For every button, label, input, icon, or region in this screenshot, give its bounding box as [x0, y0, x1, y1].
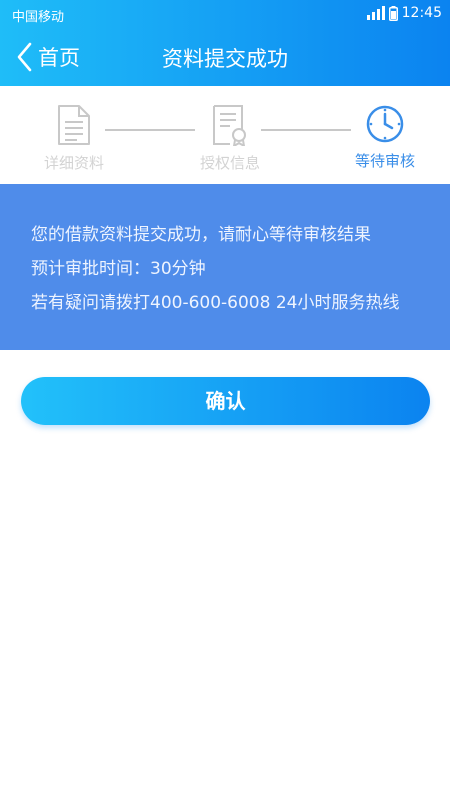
step-label: 详细资料 [43, 154, 104, 172]
status-bar: 中国移动 12:45 [0, 0, 450, 28]
signal-icon [366, 6, 385, 20]
status-indicators: 12:45 [366, 5, 442, 21]
estimated-time: 预计审批时间：30分钟 [31, 259, 206, 279]
info-panel: 您的借款资料提交成功，请耐心等待审核结果 预计审批时间：30分钟 若有疑问请拨打… [0, 184, 450, 350]
document-icon [58, 105, 90, 145]
status-time: 12:45 [401, 5, 442, 21]
carrier-name: 中国移动 [12, 10, 65, 25]
step-label: 等待审核 [354, 152, 415, 170]
step-details: 详细资料 [19, 104, 129, 173]
step-review: 等待审核 [330, 104, 440, 171]
page-title: 资料提交成功 [162, 47, 288, 71]
hotline-text: 若有疑问请拨打400-600-6008 24小时服务热线 [31, 293, 400, 313]
confirm-button[interactable]: 确认 [21, 377, 430, 425]
nav-bar: 首页 资料提交成功 [0, 28, 450, 86]
top-header: 中国移动 12:45 首页 资料提交成功 [0, 0, 450, 86]
submission-message: 您的借款资料提交成功，请耐心等待审核结果 [31, 225, 371, 245]
clock-icon [366, 105, 404, 143]
certificate-icon [213, 105, 246, 146]
battery-icon [388, 5, 398, 21]
step-label: 授权信息 [199, 154, 260, 172]
step-authorization: 授权信息 [175, 104, 285, 173]
progress-steps: 详细资料 授权信息 等待审核 [0, 86, 450, 184]
